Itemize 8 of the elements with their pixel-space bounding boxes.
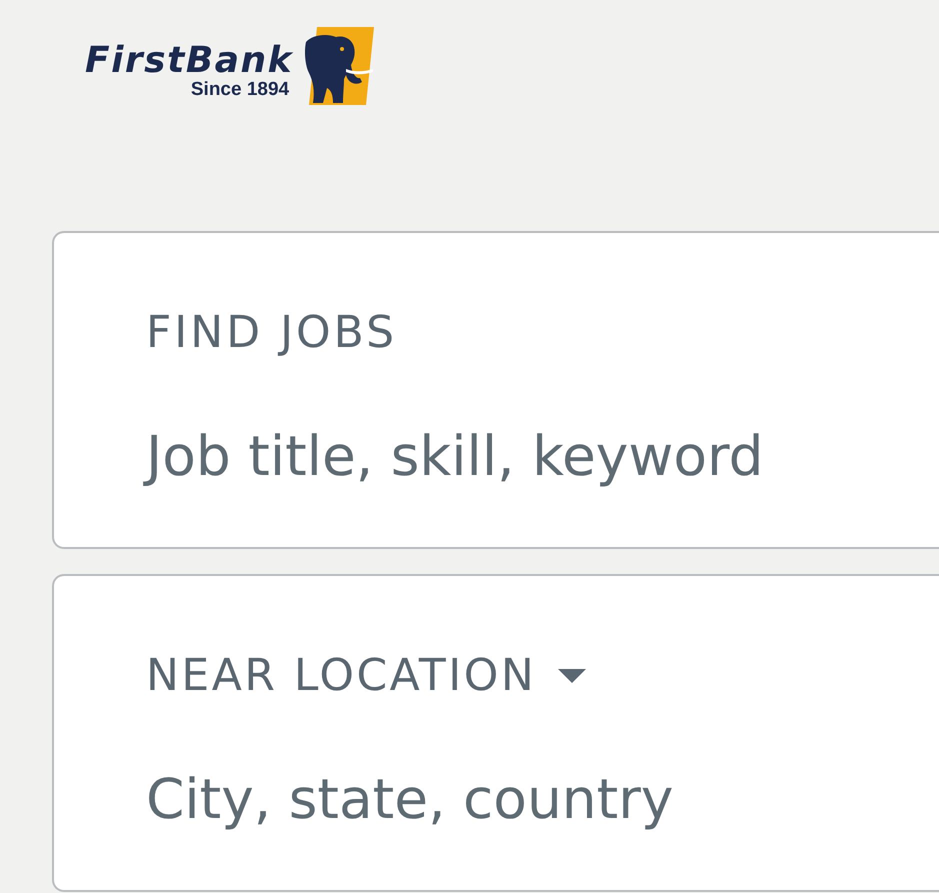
- field-label: FIND JOBS: [146, 307, 398, 360]
- search-input[interactable]: Job title, skill, keyword: [136, 420, 876, 492]
- location-dropdown[interactable]: NEAR LOCATION: [146, 650, 586, 703]
- brand-name: FirstBank: [85, 41, 294, 81]
- search-input[interactable]: City, state, country: [136, 762, 876, 835]
- caret-icon: [558, 669, 586, 684]
- elephant-emblem-icon: [302, 24, 376, 106]
- brand-tagline: Since 1894: [190, 80, 290, 100]
